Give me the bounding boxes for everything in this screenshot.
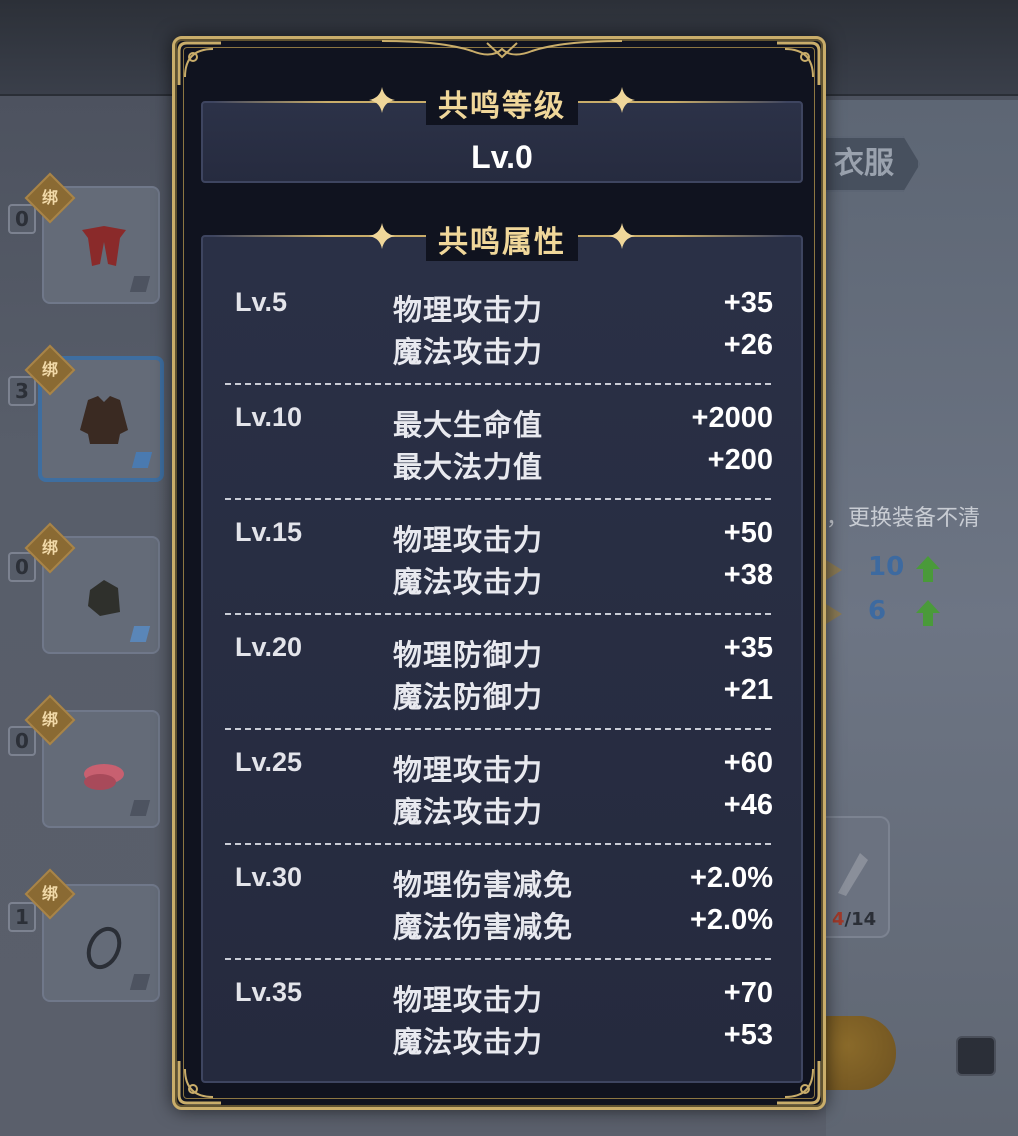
- chevron-right-icon: [826, 560, 842, 580]
- confirm-button[interactable]: [826, 1016, 896, 1090]
- attribute-line: 物理攻击力 +70: [203, 977, 805, 1019]
- chevron-right-icon: [826, 604, 842, 624]
- attribute-name: 魔法攻击力: [393, 335, 544, 369]
- attribute-value: +35: [723, 632, 773, 664]
- attribute-line: 魔法防御力 +21: [203, 674, 805, 716]
- arrow-up-icon: [916, 556, 940, 582]
- dashed-divider: [225, 498, 771, 500]
- notice-text: ，更换装备不清: [826, 506, 981, 531]
- attribute-value: +70: [723, 977, 773, 1009]
- attribute-line: 魔法攻击力 +26: [203, 329, 805, 371]
- corner-mark: [131, 452, 153, 468]
- attribute-value: +46: [723, 789, 773, 821]
- attribute-name: 魔法防御力: [393, 680, 544, 714]
- stat-row: 10: [826, 552, 1018, 588]
- attribute-value: +21: [723, 674, 773, 706]
- stat-value: 6: [868, 596, 887, 626]
- sparkle-icon: [369, 223, 395, 249]
- dashed-divider: [225, 728, 771, 730]
- attribute-value: +2000: [691, 402, 773, 434]
- resonance-level-value: Lv.0: [471, 139, 533, 175]
- attribute-value: +38: [723, 559, 773, 591]
- attribute-name: 最大生命值: [393, 408, 544, 442]
- sparkle-icon: [609, 223, 635, 249]
- attribute-value: +53: [723, 1019, 773, 1051]
- tab-clothes[interactable]: 衣服: [826, 136, 920, 192]
- attribute-value: +60: [723, 747, 773, 779]
- slot-count: 1: [8, 902, 36, 932]
- attribute-name: 物理攻击力: [393, 293, 544, 327]
- attribute-value: +200: [707, 444, 773, 476]
- dashed-divider: [225, 383, 771, 385]
- attribute-name: 魔法攻击力: [393, 795, 544, 829]
- attribute-box: Lv.5 物理攻击力 +35 魔法攻击力 +26 Lv.10 最大生命值 +2000 …: [201, 235, 803, 1083]
- arrow-up-icon: [916, 600, 940, 626]
- attribute-name: 最大法力值: [393, 450, 544, 484]
- attribute-name: 物理攻击力: [393, 523, 544, 557]
- attribute-line: 魔法攻击力 +46: [203, 789, 805, 831]
- attribute-line: 魔法伤害减免 +2.0%: [203, 904, 805, 946]
- corner-mark: [129, 626, 151, 642]
- attribute-name: 物理伤害减免: [393, 868, 574, 902]
- attribute-name: 魔法攻击力: [393, 1025, 544, 1059]
- material-icon: [838, 853, 868, 896]
- leather-jacket-icon: [80, 396, 128, 444]
- stat-value: 10: [868, 552, 905, 582]
- attribute-name: 物理攻击力: [393, 983, 544, 1017]
- attribute-value: +26: [723, 329, 773, 361]
- attribute-line: 魔法攻击力 +38: [203, 559, 805, 601]
- attribute-value: +2.0%: [689, 862, 773, 894]
- dashed-divider: [225, 958, 771, 960]
- attribute-name: 魔法伤害减免: [393, 910, 574, 944]
- red-outfit-icon: [82, 226, 126, 266]
- glove-icon: [88, 580, 120, 616]
- attribute-name: 物理防御力: [393, 638, 544, 672]
- attribute-line: 物理攻击力 +35: [203, 287, 805, 329]
- section-title: 共鸣等级: [175, 81, 829, 125]
- attribute-value: +35: [723, 287, 773, 319]
- resonance-popup: 共鸣等级 Lv.0 Lv.5 物理攻击力 +35 魔法攻击力 +26 Lv.10 最…: [172, 36, 826, 1110]
- slot-count: 0: [8, 204, 36, 234]
- slot-count: 3: [8, 376, 36, 406]
- dashed-divider: [225, 843, 771, 845]
- attribute-value: +2.0%: [689, 904, 773, 936]
- sparkle-icon: [369, 87, 395, 113]
- material-card[interactable]: 4/14: [826, 816, 890, 938]
- top-ornament-icon: [382, 40, 622, 59]
- corner-mark: [129, 276, 151, 292]
- attribute-line: 最大法力值 +200: [203, 444, 805, 486]
- sparkle-icon: [609, 87, 635, 113]
- attribute-name: 物理攻击力: [393, 753, 544, 787]
- attribute-line: 最大生命值 +2000: [203, 402, 805, 444]
- attribute-line: 物理伤害减免 +2.0%: [203, 862, 805, 904]
- stat-row: 6: [826, 596, 1018, 632]
- attribute-group: Lv.35 物理攻击力 +70 魔法攻击力 +53: [203, 977, 805, 1092]
- corner-mark: [129, 800, 151, 816]
- corner-mark: [129, 974, 151, 990]
- attribute-line: 物理防御力 +35: [203, 632, 805, 674]
- attribute-line: 物理攻击力 +50: [203, 517, 805, 559]
- silver-ring-icon: [86, 926, 122, 970]
- dashed-divider: [225, 613, 771, 615]
- slot-count: 0: [8, 726, 36, 756]
- slot-count: 0: [8, 552, 36, 582]
- section-title: 共鸣属性: [175, 217, 829, 261]
- attribute-value: +50: [723, 517, 773, 549]
- pink-shoes-icon: [84, 764, 124, 790]
- material-count: 4/14: [832, 909, 877, 930]
- attribute-line: 魔法攻击力 +53: [203, 1019, 805, 1061]
- attribute-line: 物理攻击力 +60: [203, 747, 805, 789]
- attribute-name: 魔法攻击力: [393, 565, 544, 599]
- checkbox[interactable]: [956, 1036, 996, 1076]
